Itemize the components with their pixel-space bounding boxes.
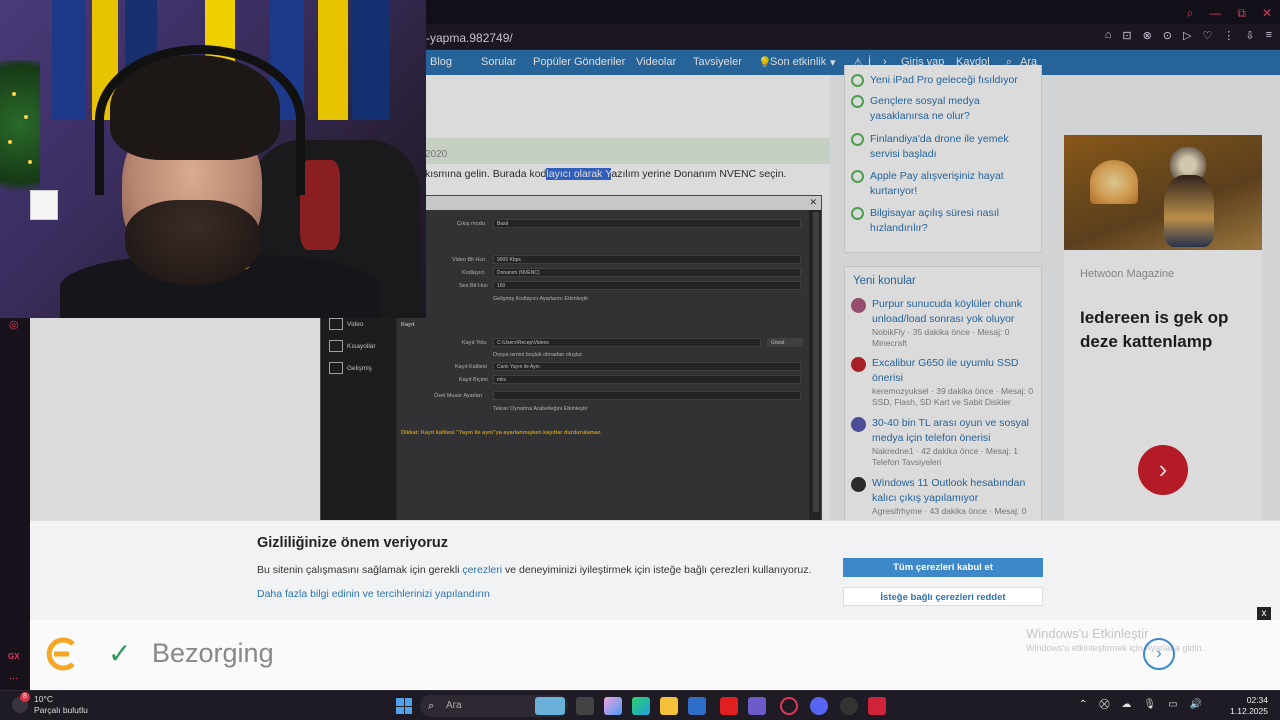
brand-logo-icon bbox=[46, 637, 75, 671]
edge-icon[interactable] bbox=[632, 697, 650, 715]
screen: ⌕ — ⧉ ✕ -yapma.982749/ ⌂ ⊡ ⊗ ⊙ ▷ ♡ ⋮ ⇩ ≡… bbox=[0, 0, 1280, 720]
gx-label[interactable]: GX bbox=[8, 652, 20, 661]
copilot-icon[interactable] bbox=[604, 697, 622, 715]
browser-toolbar: ⌂ ⊡ ⊗ ⊙ ▷ ♡ ⋮ ⇩ ≡ bbox=[1105, 29, 1272, 42]
tree-light bbox=[8, 140, 12, 144]
system-tray: ⌃ ⛒ ☁ 🎙 ▭ 🔊 bbox=[1079, 699, 1202, 710]
chevron-up-icon[interactable]: ⌃ bbox=[1079, 699, 1087, 710]
file-explorer-icon[interactable] bbox=[660, 697, 678, 715]
menu-icon[interactable]: ≡ bbox=[1266, 29, 1272, 42]
sidebar-more-icon[interactable]: ... bbox=[9, 670, 18, 682]
delivery-label: Bezorging bbox=[152, 638, 274, 668]
cookie-text: Bu sitenin çalışmasını sağlamak için ger… bbox=[257, 564, 812, 576]
opera-gx-icon[interactable] bbox=[780, 697, 798, 715]
minimize-icon[interactable]: — bbox=[1209, 6, 1221, 21]
vpn-icon[interactable]: ⊙ bbox=[1163, 29, 1172, 42]
obs-icon[interactable] bbox=[840, 697, 858, 715]
outlook-icon[interactable] bbox=[688, 697, 706, 715]
headset-shape bbox=[95, 45, 305, 195]
checkmark-icon: ✓ bbox=[108, 638, 132, 669]
heart-icon[interactable]: ♡ bbox=[1202, 29, 1212, 42]
search-icon: ⌕ bbox=[428, 700, 435, 712]
snapshot-icon[interactable]: ⊡ bbox=[1122, 29, 1131, 42]
home-icon[interactable]: ⌂ bbox=[1105, 29, 1112, 42]
discord-icon[interactable] bbox=[810, 697, 828, 715]
cookie-link[interactable]: çerezleri bbox=[462, 564, 502, 576]
youtube-icon[interactable] bbox=[720, 697, 738, 715]
address-bar[interactable]: -yapma.982749/ bbox=[426, 28, 1106, 48]
cookie-banner: Gizliliğinize önem veriyoruz Bu sitenin … bbox=[30, 520, 1280, 621]
cookie-preferences-link[interactable]: Daha fazla bilgi edinin ve tercihleriniz… bbox=[257, 588, 490, 600]
close-window-icon[interactable]: ✕ bbox=[1262, 6, 1272, 21]
volume-icon[interactable]: 🔊 bbox=[1190, 699, 1202, 710]
weather-condition: Parçalı bulutlu bbox=[34, 705, 88, 715]
window-controls: ⌕ — ⧉ ✕ bbox=[1187, 6, 1272, 21]
cookie-close-button[interactable]: x bbox=[1257, 607, 1271, 621]
tree-light bbox=[24, 115, 28, 119]
teams-icon[interactable] bbox=[748, 697, 766, 715]
tree-light bbox=[12, 92, 16, 96]
chair-accent-shape bbox=[300, 160, 340, 250]
browser-search-icon[interactable]: ⌕ bbox=[1187, 6, 1194, 21]
restore-icon[interactable]: ⧉ bbox=[1237, 6, 1246, 21]
scarf-shape bbox=[318, 0, 348, 120]
app-icon-red[interactable] bbox=[868, 697, 886, 715]
reject-cookies-button[interactable]: İsteğe bağlı çerezleri reddet bbox=[843, 587, 1043, 606]
download-icon[interactable]: ⇩ bbox=[1245, 29, 1254, 42]
notification-badge: 8 bbox=[20, 692, 30, 702]
start-button[interactable] bbox=[396, 698, 412, 714]
cloud-icon[interactable]: ☁ bbox=[1121, 699, 1131, 710]
cookie-title: Gizliliğinize önem veriyoruz bbox=[257, 535, 448, 551]
gift-bag-shape bbox=[30, 190, 58, 220]
beard-shape bbox=[125, 200, 260, 285]
network-icon[interactable]: ▭ bbox=[1168, 699, 1177, 710]
sidebar-settings-icon[interactable]: ◎ bbox=[9, 318, 19, 331]
taskbar: 10°C Parçalı bulutlu 8 ⌕ Ara ⌃ ⛒ ☁ 🎙 ▭ 🔊 … bbox=[0, 690, 1280, 720]
profile-icon[interactable]: ⋮ bbox=[1223, 29, 1234, 42]
scarf-shape bbox=[52, 0, 86, 120]
microphone-icon[interactable]: 🎙 bbox=[1143, 699, 1156, 710]
temperature: 10°C bbox=[34, 694, 53, 704]
next-arrow-button[interactable]: › bbox=[1143, 638, 1175, 670]
time: 02:34 bbox=[1246, 695, 1268, 705]
task-view-icon[interactable] bbox=[576, 697, 594, 715]
clock[interactable]: 02:34 1.12.2025 bbox=[1230, 695, 1268, 717]
accept-cookies-button[interactable]: Tüm çerezleri kabul et bbox=[843, 558, 1043, 577]
adblock-icon[interactable]: ⊗ bbox=[1143, 29, 1152, 42]
scarf-shape bbox=[352, 0, 390, 120]
date: 1.12.2025 bbox=[1230, 706, 1268, 716]
tree-light bbox=[28, 160, 32, 164]
windows-activation-text: Windows'u etkinleştirmek için Ayarlar'a … bbox=[1026, 643, 1204, 653]
webcam-overlay bbox=[0, 0, 426, 318]
windows-activation-title: Windows'u Etkinleştir bbox=[1026, 626, 1149, 641]
app-icon-widget[interactable] bbox=[535, 697, 565, 715]
delivery-bar: ✓ Bezorging Windows'u Etkinleştir Window… bbox=[30, 620, 1280, 690]
player-icon[interactable]: ▷ bbox=[1183, 29, 1191, 42]
vpn-tray-icon[interactable]: ⛒ bbox=[1099, 699, 1109, 710]
